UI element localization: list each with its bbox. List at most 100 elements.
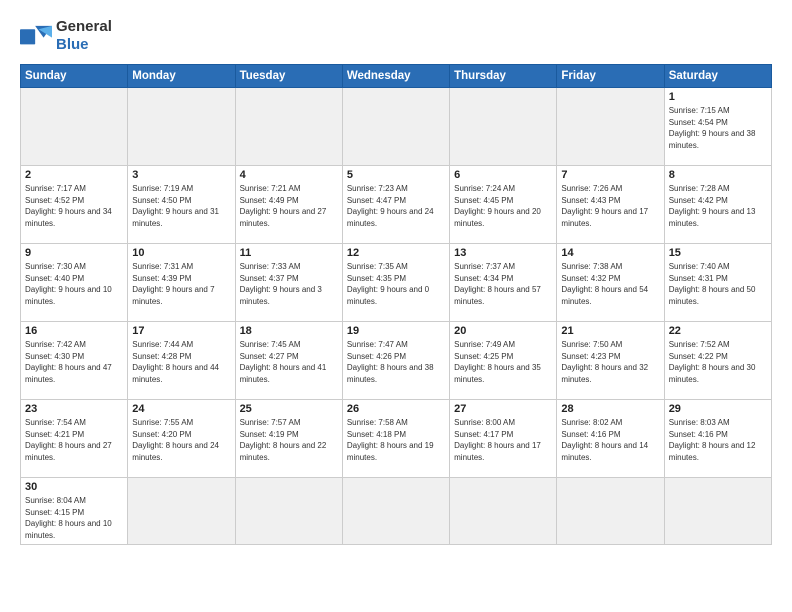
- day-number: 12: [347, 247, 445, 259]
- logo: GeneralBlue: [20, 18, 112, 54]
- day-number: 29: [669, 403, 767, 415]
- day-number: 27: [454, 403, 552, 415]
- day-number: 26: [347, 403, 445, 415]
- calendar-week-row: 1Sunrise: 7:15 AMSunset: 4:54 PMDaylight…: [21, 88, 772, 166]
- day-info: Sunrise: 7:45 AMSunset: 4:27 PMDaylight:…: [240, 339, 338, 385]
- day-number: 5: [347, 169, 445, 181]
- day-info: Sunrise: 7:24 AMSunset: 4:45 PMDaylight:…: [454, 183, 552, 229]
- calendar-day-cell: [557, 478, 664, 545]
- calendar-day-cell: 22 Sunrise: 7:52 AMSunset: 4:22 PMDayligh…: [664, 322, 771, 400]
- day-number: 24: [132, 403, 230, 415]
- day-info: Sunrise: 8:02 AMSunset: 4:16 PMDaylight:…: [561, 417, 659, 463]
- day-number: 14: [561, 247, 659, 259]
- day-number: 28: [561, 403, 659, 415]
- day-number: 30: [25, 481, 123, 493]
- day-info: Sunrise: 7:52 AMSunset: 4:22 PMDaylight:…: [669, 339, 767, 385]
- day-info: Sunrise: 7:17 AMSunset: 4:52 PMDaylight:…: [25, 183, 123, 229]
- calendar-day-cell: 29Sunrise: 8:03 AMSunset: 4:16 PMDayligh…: [664, 400, 771, 478]
- day-info: Sunrise: 7:57 AMSunset: 4:19 PMDaylight:…: [240, 417, 338, 463]
- day-info: Sunrise: 8:04 AMSunset: 4:15 PMDaylight:…: [25, 495, 123, 541]
- weekday-header-cell: Thursday: [450, 65, 557, 88]
- day-info: Sunrise: 7:31 AMSunset: 4:39 PMDaylight:…: [132, 261, 230, 307]
- weekday-header-row: SundayMondayTuesdayWednesdayThursdayFrid…: [21, 65, 772, 88]
- day-number: 25: [240, 403, 338, 415]
- calendar-day-cell: 3Sunrise: 7:19 AMSunset: 4:50 PMDaylight…: [128, 166, 235, 244]
- day-info: Sunrise: 7:37 AMSunset: 4:34 PMDaylight:…: [454, 261, 552, 307]
- page: GeneralBlue SundayMondayTuesdayWednesday…: [0, 0, 792, 612]
- day-info: Sunrise: 7:19 AMSunset: 4:50 PMDaylight:…: [132, 183, 230, 229]
- calendar-day-cell: 23Sunrise: 7:54 AMSunset: 4:21 PMDayligh…: [21, 400, 128, 478]
- weekday-header-cell: Sunday: [21, 65, 128, 88]
- day-number: 6: [454, 169, 552, 181]
- calendar-day-cell: [450, 88, 557, 166]
- calendar-day-cell: 18Sunrise: 7:45 AMSunset: 4:27 PMDayligh…: [235, 322, 342, 400]
- calendar-day-cell: [235, 88, 342, 166]
- calendar-week-row: 16 Sunrise: 7:42 AMSunset: 4:30 PMDayligh…: [21, 322, 772, 400]
- calendar-day-cell: 17 Sunrise: 7:44 AMSunset: 4:28 PMDayligh…: [128, 322, 235, 400]
- calendar-day-cell: 13Sunrise: 7:37 AMSunset: 4:34 PMDayligh…: [450, 244, 557, 322]
- day-info: Sunrise: 7:55 AMSunset: 4:20 PMDaylight:…: [132, 417, 230, 463]
- calendar-day-cell: 8 Sunrise: 7:28 AMSunset: 4:42 PMDaylight…: [664, 166, 771, 244]
- calendar-day-cell: 10Sunrise: 7:31 AMSunset: 4:39 PMDayligh…: [128, 244, 235, 322]
- calendar-day-cell: 21Sunrise: 7:50 AMSunset: 4:23 PMDayligh…: [557, 322, 664, 400]
- calendar-week-row: 2 Sunrise: 7:17 AMSunset: 4:52 PMDaylight…: [21, 166, 772, 244]
- day-info: Sunrise: 7:40 AMSunset: 4:31 PMDaylight:…: [669, 261, 767, 307]
- day-info: Sunrise: 7:35 AMSunset: 4:35 PMDaylight:…: [347, 261, 445, 307]
- calendar-day-cell: 14 Sunrise: 7:38 AMSunset: 4:32 PMDayligh…: [557, 244, 664, 322]
- day-info: Sunrise: 7:21 AMSunset: 4:49 PMDaylight:…: [240, 183, 338, 229]
- day-info: Sunrise: 8:00 AMSunset: 4:17 PMDaylight:…: [454, 417, 552, 463]
- logo-text: GeneralBlue: [56, 18, 112, 54]
- calendar-day-cell: 19 Sunrise: 7:47 AMSunset: 4:26 PMDayligh…: [342, 322, 449, 400]
- day-info: Sunrise: 7:47 AMSunset: 4:26 PMDaylight:…: [347, 339, 445, 385]
- calendar-day-cell: 5 Sunrise: 7:23 AMSunset: 4:47 PMDaylight…: [342, 166, 449, 244]
- calendar-day-cell: 12 Sunrise: 7:35 AMSunset: 4:35 PMDayligh…: [342, 244, 449, 322]
- calendar-day-cell: [557, 88, 664, 166]
- day-number: 1: [669, 91, 767, 103]
- day-number: 19: [347, 325, 445, 337]
- calendar-week-row: 9Sunrise: 7:30 AMSunset: 4:40 PMDaylight…: [21, 244, 772, 322]
- day-number: 11: [240, 247, 338, 259]
- calendar-day-cell: 30 Sunrise: 8:04 AMSunset: 4:15 PMDayligh…: [21, 478, 128, 545]
- calendar-day-cell: [664, 478, 771, 545]
- day-info: Sunrise: 7:30 AMSunset: 4:40 PMDaylight:…: [25, 261, 123, 307]
- calendar-day-cell: [450, 478, 557, 545]
- day-info: Sunrise: 7:50 AMSunset: 4:23 PMDaylight:…: [561, 339, 659, 385]
- weekday-header-cell: Wednesday: [342, 65, 449, 88]
- weekday-header-cell: Monday: [128, 65, 235, 88]
- calendar-day-cell: 16 Sunrise: 7:42 AMSunset: 4:30 PMDayligh…: [21, 322, 128, 400]
- calendar-day-cell: 28 Sunrise: 8:02 AMSunset: 4:16 PMDayligh…: [557, 400, 664, 478]
- day-number: 15: [669, 247, 767, 259]
- calendar-day-cell: 7Sunrise: 7:26 AMSunset: 4:43 PMDaylight…: [557, 166, 664, 244]
- day-info: Sunrise: 7:44 AMSunset: 4:28 PMDaylight:…: [132, 339, 230, 385]
- day-number: 16: [25, 325, 123, 337]
- day-number: 8: [669, 169, 767, 181]
- day-info: Sunrise: 7:58 AMSunset: 4:18 PMDaylight:…: [347, 417, 445, 463]
- calendar-day-cell: 24 Sunrise: 7:55 AMSunset: 4:20 PMDayligh…: [128, 400, 235, 478]
- calendar-day-cell: 25 Sunrise: 7:57 AMSunset: 4:19 PMDayligh…: [235, 400, 342, 478]
- calendar-body: 1Sunrise: 7:15 AMSunset: 4:54 PMDaylight…: [21, 88, 772, 545]
- general-blue-icon: [20, 22, 52, 50]
- day-info: Sunrise: 7:28 AMSunset: 4:42 PMDaylight:…: [669, 183, 767, 229]
- calendar-day-cell: 15 Sunrise: 7:40 AMSunset: 4:31 PMDayligh…: [664, 244, 771, 322]
- day-number: 17: [132, 325, 230, 337]
- calendar-day-cell: [21, 88, 128, 166]
- weekday-header-cell: Saturday: [664, 65, 771, 88]
- weekday-header-cell: Tuesday: [235, 65, 342, 88]
- day-number: 2: [25, 169, 123, 181]
- calendar-day-cell: [128, 88, 235, 166]
- day-info: Sunrise: 7:38 AMSunset: 4:32 PMDaylight:…: [561, 261, 659, 307]
- day-info: Sunrise: 7:23 AMSunset: 4:47 PMDaylight:…: [347, 183, 445, 229]
- day-info: Sunrise: 7:54 AMSunset: 4:21 PMDaylight:…: [25, 417, 123, 463]
- day-number: 20: [454, 325, 552, 337]
- calendar-day-cell: [342, 478, 449, 545]
- calendar-table: SundayMondayTuesdayWednesdayThursdayFrid…: [20, 64, 772, 545]
- day-info: Sunrise: 7:42 AMSunset: 4:30 PMDaylight:…: [25, 339, 123, 385]
- calendar-week-row: 30 Sunrise: 8:04 AMSunset: 4:15 PMDayligh…: [21, 478, 772, 545]
- day-number: 22: [669, 325, 767, 337]
- day-info: Sunrise: 7:33 AMSunset: 4:37 PMDaylight:…: [240, 261, 338, 307]
- calendar-day-cell: 1Sunrise: 7:15 AMSunset: 4:54 PMDaylight…: [664, 88, 771, 166]
- calendar-day-cell: 26 Sunrise: 7:58 AMSunset: 4:18 PMDayligh…: [342, 400, 449, 478]
- calendar-day-cell: 2 Sunrise: 7:17 AMSunset: 4:52 PMDaylight…: [21, 166, 128, 244]
- calendar-week-row: 23Sunrise: 7:54 AMSunset: 4:21 PMDayligh…: [21, 400, 772, 478]
- calendar-day-cell: [128, 478, 235, 545]
